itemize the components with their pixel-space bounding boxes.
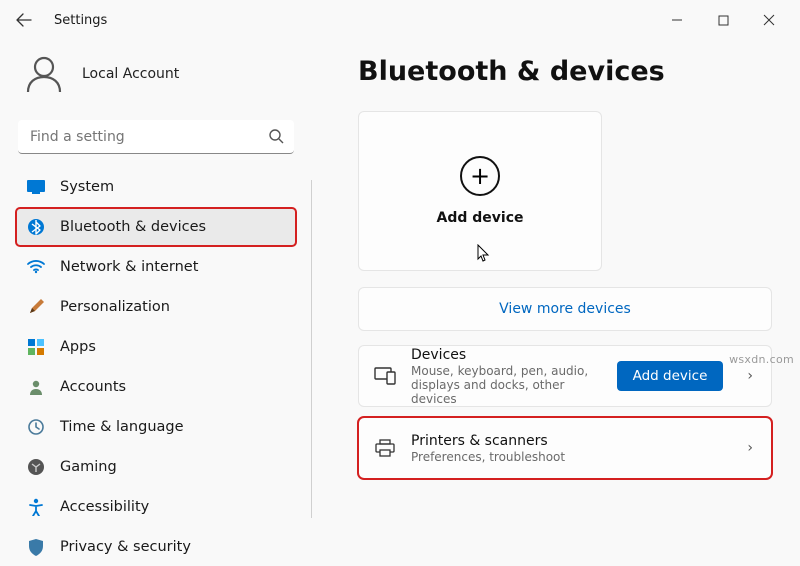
search-input[interactable]: [18, 120, 294, 154]
avatar-icon: [22, 52, 66, 96]
page-title: Bluetooth & devices: [358, 56, 772, 87]
gaming-icon: [26, 457, 46, 477]
sidebar: Local Account System Bluetooth & devices…: [0, 40, 312, 518]
wifi-icon: [26, 257, 46, 277]
watermark: wsxdn.com: [729, 353, 794, 366]
devices-row[interactable]: Devices Mouse, keyboard, pen, audio, dis…: [358, 345, 772, 407]
nav-label: Accessibility: [60, 499, 149, 515]
system-icon: [26, 177, 46, 197]
brush-icon: [26, 297, 46, 317]
nav-label: Bluetooth & devices: [60, 219, 206, 235]
back-button[interactable]: [8, 4, 40, 36]
nav-system[interactable]: System: [16, 168, 296, 206]
nav-accessibility[interactable]: Accessibility: [16, 488, 296, 526]
close-icon: [763, 14, 775, 26]
devices-subtitle: Mouse, keyboard, pen, audio, displays an…: [411, 364, 603, 406]
nav-label: Apps: [60, 339, 96, 355]
accessibility-icon: [26, 497, 46, 517]
view-more-devices[interactable]: View more devices: [358, 287, 772, 331]
nav-label: Network & internet: [60, 259, 198, 275]
cursor-icon: [477, 244, 491, 266]
window-title: Settings: [54, 13, 107, 28]
search-icon: [268, 128, 284, 144]
plus-icon: +: [460, 156, 500, 196]
nav-apps[interactable]: Apps: [16, 328, 296, 366]
nav-label: Privacy & security: [60, 539, 191, 555]
account-name: Local Account: [82, 66, 179, 82]
nav-time[interactable]: Time & language: [16, 408, 296, 446]
account-header[interactable]: Local Account: [16, 44, 296, 114]
view-more-label: View more devices: [499, 301, 631, 317]
nav-label: System: [60, 179, 114, 195]
devices-title: Devices: [411, 347, 603, 363]
nav-label: Gaming: [60, 459, 117, 475]
nav-privacy[interactable]: Privacy & security: [16, 528, 296, 566]
close-button[interactable]: [746, 4, 792, 36]
nav-label: Time & language: [60, 419, 184, 435]
nav-network[interactable]: Network & internet: [16, 248, 296, 286]
minimize-button[interactable]: [654, 4, 700, 36]
apps-icon: [26, 337, 46, 357]
add-device-button[interactable]: Add device: [617, 361, 724, 391]
devices-icon: [373, 367, 397, 385]
main-panel: Bluetooth & devices + Add device View mo…: [312, 40, 800, 518]
nav-personalization[interactable]: Personalization: [16, 288, 296, 326]
nav-accounts[interactable]: Accounts: [16, 368, 296, 406]
title-bar: Settings: [0, 0, 800, 40]
nav-bluetooth[interactable]: Bluetooth & devices: [16, 208, 296, 246]
person-icon: [26, 377, 46, 397]
printer-icon: [373, 439, 397, 457]
minimize-icon: [671, 14, 683, 26]
nav-label: Personalization: [60, 299, 170, 315]
clock-icon: [26, 417, 46, 437]
search-box[interactable]: [18, 120, 294, 154]
printers-title: Printers & scanners: [411, 433, 723, 449]
maximize-icon: [718, 15, 729, 26]
chevron-right-icon: ›: [737, 440, 757, 456]
nav-label: Accounts: [60, 379, 126, 395]
printers-subtitle: Preferences, troubleshoot: [411, 450, 723, 464]
printers-row[interactable]: Printers & scanners Preferences, trouble…: [358, 417, 772, 479]
maximize-button[interactable]: [700, 4, 746, 36]
nav-list: System Bluetooth & devices Network & int…: [16, 168, 296, 566]
back-arrow-icon: [16, 12, 32, 28]
shield-icon: [26, 537, 46, 557]
nav-gaming[interactable]: Gaming: [16, 448, 296, 486]
add-device-card[interactable]: + Add device: [358, 111, 602, 271]
chevron-right-icon: ›: [737, 368, 757, 384]
add-device-label: Add device: [437, 210, 524, 226]
bluetooth-icon: [26, 217, 46, 237]
